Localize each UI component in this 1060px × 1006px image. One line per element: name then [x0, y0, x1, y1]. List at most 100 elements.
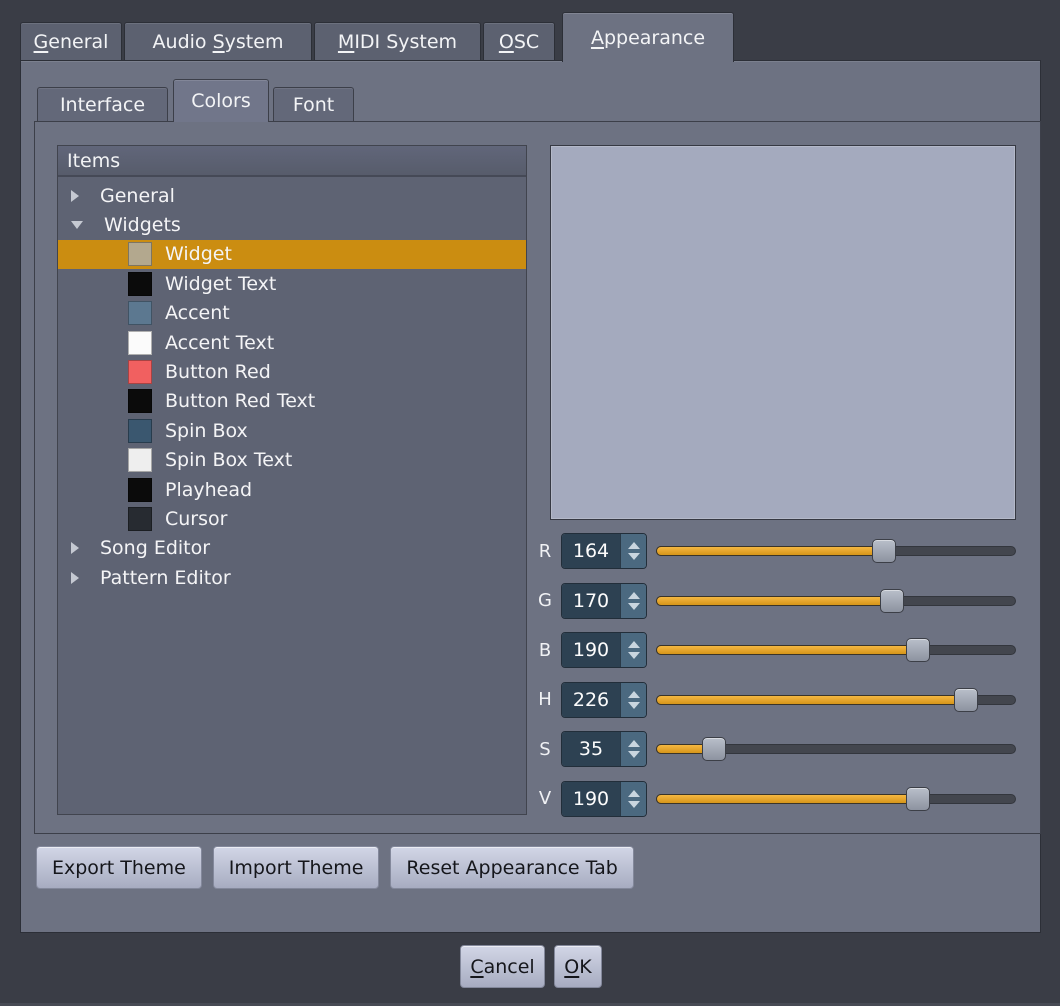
tab-label: OSC	[499, 31, 539, 53]
slider-label: V	[535, 788, 555, 809]
spin-down-icon[interactable]	[628, 751, 640, 758]
slider-label: S	[535, 739, 555, 760]
tree-item-label: Accent Text	[165, 332, 274, 354]
ok-button[interactable]: OK	[554, 945, 602, 988]
color-sliders: R 164 G 170	[535, 533, 1016, 817]
color-swatch	[128, 272, 152, 296]
tree-item-pattern-editor[interactable]: Pattern Editor	[58, 563, 526, 592]
slider-handle[interactable]	[906, 787, 930, 811]
tree-item-spin-box[interactable]: Spin Box	[58, 416, 526, 445]
tree-item-general[interactable]: General	[58, 181, 526, 210]
slider-r[interactable]	[656, 533, 1016, 569]
tree-item-song-editor[interactable]: Song Editor	[58, 534, 526, 563]
tree-item-label: Button Red	[165, 361, 271, 383]
spin-down-icon[interactable]	[628, 702, 640, 709]
tab-midi-system[interactable]: MIDI System	[314, 22, 481, 61]
spinbox-buttons[interactable]	[620, 633, 646, 667]
spinbox-g[interactable]: 170	[561, 583, 647, 619]
tab-osc[interactable]: OSC	[483, 22, 555, 61]
tree-item-button-red-text[interactable]: Button Red Text	[58, 387, 526, 416]
tree-item-label: Widget Text	[165, 273, 276, 295]
spinbox-v[interactable]: 190	[561, 781, 647, 817]
slider-row-s: S 35	[535, 731, 1016, 767]
tab-appearance[interactable]: Appearance	[562, 12, 734, 62]
slider-v[interactable]	[656, 781, 1016, 817]
tree-item-button-red[interactable]: Button Red	[58, 357, 526, 386]
spin-down-icon[interactable]	[628, 652, 640, 659]
tree-item-spin-box-text[interactable]: Spin Box Text	[58, 446, 526, 475]
import-theme-button[interactable]: Import Theme	[213, 846, 380, 889]
expander-collapsed-icon[interactable]	[71, 542, 79, 554]
spin-down-icon[interactable]	[628, 603, 640, 610]
tree-item-accent-text[interactable]: Accent Text	[58, 328, 526, 357]
tab-label: MIDI System	[338, 31, 457, 53]
slider-row-v: V 190	[535, 781, 1016, 817]
spinbox-buttons[interactable]	[620, 782, 646, 816]
spin-up-icon[interactable]	[628, 542, 640, 549]
spinbox-value[interactable]: 226	[562, 683, 620, 717]
spin-down-icon[interactable]	[628, 801, 640, 808]
tab-label: Audio System	[153, 31, 284, 53]
expander-expanded-icon[interactable]	[71, 221, 83, 229]
tree-item-label: Spin Box Text	[165, 449, 292, 471]
spin-down-icon[interactable]	[628, 553, 640, 560]
slider-handle[interactable]	[872, 539, 896, 563]
spinbox-r[interactable]: 164	[561, 533, 647, 569]
spinbox-buttons[interactable]	[620, 584, 646, 618]
spinbox-value[interactable]: 170	[562, 584, 620, 618]
spin-up-icon[interactable]	[628, 740, 640, 747]
expander-collapsed-icon[interactable]	[71, 572, 79, 584]
spinbox-b[interactable]: 190	[561, 632, 647, 668]
tree-rows: General Widgets Widget Widget Text	[58, 181, 526, 814]
tab-audio-system[interactable]: Audio System	[124, 22, 312, 61]
spinbox-s[interactable]: 35	[561, 731, 647, 767]
slider-h[interactable]	[656, 682, 1016, 718]
cancel-button[interactable]: Cancel	[460, 945, 545, 988]
tab-label: Font	[293, 94, 334, 116]
export-theme-button[interactable]: Export Theme	[36, 846, 202, 889]
color-swatch	[128, 389, 152, 413]
slider-b[interactable]	[656, 632, 1016, 668]
tree-item-widget-text[interactable]: Widget Text	[58, 269, 526, 298]
tree-item-widgets[interactable]: Widgets	[58, 210, 526, 239]
slider-fill	[656, 596, 892, 606]
spinbox-buttons[interactable]	[620, 683, 646, 717]
color-swatch	[128, 419, 152, 443]
spinbox-buttons[interactable]	[620, 732, 646, 766]
tree-item-accent[interactable]: Accent	[58, 299, 526, 328]
slider-row-b: B 190	[535, 632, 1016, 668]
slider-handle[interactable]	[880, 589, 904, 613]
tab-label: General	[34, 31, 109, 53]
slider-fill	[656, 546, 884, 556]
spin-up-icon[interactable]	[628, 641, 640, 648]
tab-colors[interactable]: Colors	[173, 79, 269, 122]
tab-interface[interactable]: Interface	[37, 87, 168, 122]
spinbox-value[interactable]: 190	[562, 782, 620, 816]
expander-collapsed-icon[interactable]	[71, 190, 79, 202]
slider-label: R	[535, 541, 555, 562]
slider-handle[interactable]	[954, 688, 978, 712]
spinbox-value[interactable]: 35	[562, 732, 620, 766]
slider-s[interactable]	[656, 731, 1016, 767]
slider-handle[interactable]	[906, 638, 930, 662]
tree-item-cursor[interactable]: Cursor	[58, 504, 526, 533]
tab-general[interactable]: General	[20, 22, 122, 61]
spinbox-value[interactable]: 164	[562, 534, 620, 568]
color-swatch	[128, 360, 152, 384]
spin-up-icon[interactable]	[628, 790, 640, 797]
slider-handle[interactable]	[702, 737, 726, 761]
button-label: Cancel	[470, 956, 534, 978]
tab-label: Interface	[60, 94, 145, 116]
slider-g[interactable]	[656, 583, 1016, 619]
spin-up-icon[interactable]	[628, 691, 640, 698]
spinbox-h[interactable]: 226	[561, 682, 647, 718]
tab-font[interactable]: Font	[273, 87, 354, 122]
color-swatch	[128, 448, 152, 472]
spinbox-value[interactable]: 190	[562, 633, 620, 667]
colors-tab-pane: Items General Widgets Widget	[34, 121, 1041, 834]
tree-item-widget[interactable]: Widget	[58, 240, 526, 269]
reset-appearance-tab-button[interactable]: Reset Appearance Tab	[390, 846, 633, 889]
tree-item-playhead[interactable]: Playhead	[58, 475, 526, 504]
spinbox-buttons[interactable]	[620, 534, 646, 568]
spin-up-icon[interactable]	[628, 592, 640, 599]
